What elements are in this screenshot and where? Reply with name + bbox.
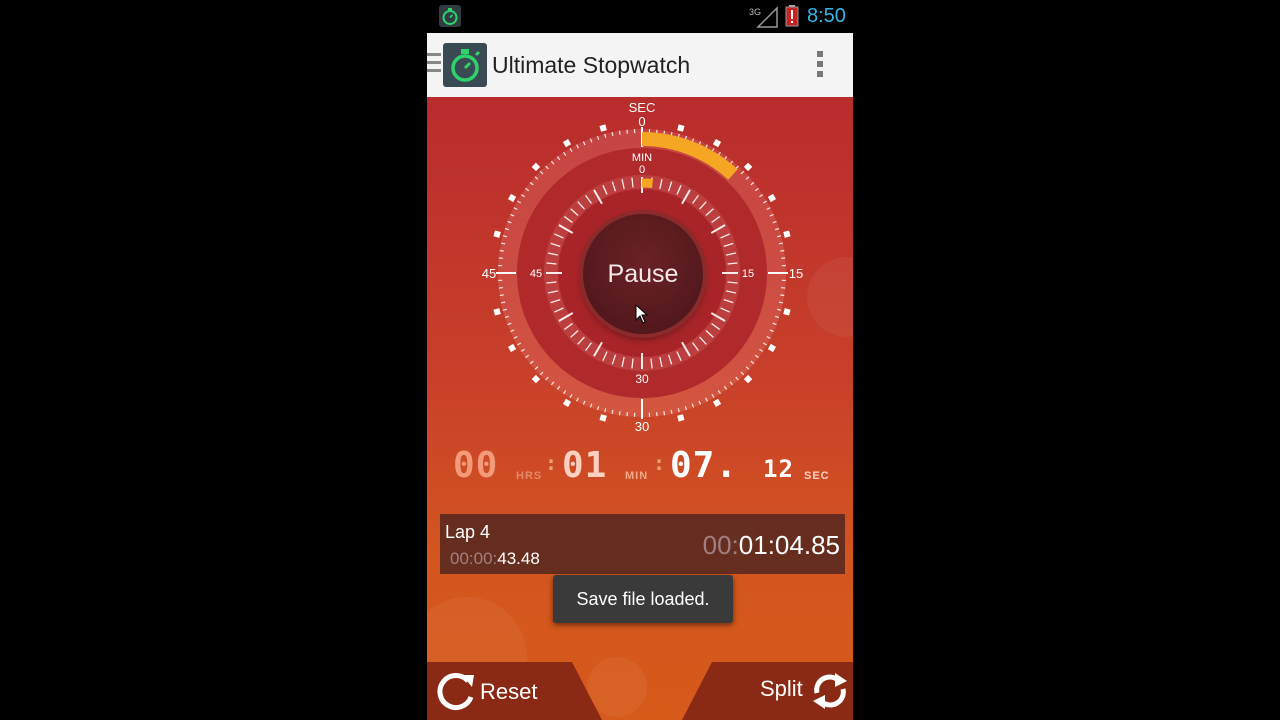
- seconds-tick: [618, 411, 621, 416]
- seconds-marker: [677, 124, 685, 132]
- seconds-tick: [501, 301, 506, 304]
- minutes-progress-arc: [641, 178, 654, 189]
- timer-hours: 00: [453, 445, 499, 486]
- seconds-tick: [499, 294, 504, 297]
- seconds-tick: [778, 242, 783, 245]
- timer-minutes: 01: [562, 445, 608, 486]
- seconds-tick: [611, 409, 614, 414]
- seconds-marker: [783, 308, 791, 316]
- seconds-tick: [499, 249, 504, 252]
- outer-label-45: 45: [482, 266, 496, 281]
- seconds-tick: [663, 411, 666, 416]
- seconds-tick: [618, 130, 621, 135]
- network-type-text: 3G: [749, 7, 761, 17]
- timer-hundredths: 12: [763, 455, 794, 483]
- stopwatch-icon: [439, 5, 461, 27]
- seconds-tick: [780, 294, 785, 297]
- seconds-marker: [743, 162, 753, 172]
- seconds-tick: [670, 409, 673, 414]
- seconds-marker: [767, 343, 777, 353]
- app-title: Ultimate Stopwatch: [492, 52, 691, 78]
- lap-row[interactable]: Lap 4 00:00:43.48 00:01:04.85: [440, 514, 845, 574]
- reset-icon: [437, 673, 474, 711]
- seconds-marker: [767, 193, 777, 203]
- seconds-marker: [743, 374, 753, 384]
- outer-label-0: 0: [638, 114, 645, 129]
- seconds-marker: [783, 230, 791, 238]
- lap-split-value: 43.48: [497, 549, 540, 568]
- min-label: MIN: [632, 152, 652, 164]
- app-logo[interactable]: [443, 43, 487, 87]
- seconds-marker: [531, 162, 541, 172]
- inner-label-45: 45: [530, 268, 542, 280]
- seconds-marker: [493, 230, 501, 238]
- seconds-tick: [778, 301, 783, 304]
- reset-label: Reset: [480, 679, 538, 704]
- stopwatch-main: SEC 0 15 30 45 MIN 0 15 30 45 Pause 00 H…: [427, 97, 853, 720]
- seconds-marker: [562, 398, 572, 408]
- seconds-tick: [611, 132, 614, 137]
- timer-hours-unit: HRS: [516, 470, 543, 482]
- seconds-marker: [677, 414, 685, 422]
- sec-label: SEC: [629, 100, 656, 115]
- seconds-marker: [531, 374, 541, 384]
- outer-label-15: 15: [789, 266, 803, 281]
- seconds-marker: [507, 343, 517, 353]
- inner-label-15: 15: [742, 268, 754, 280]
- battery-alert-icon: [785, 5, 799, 27]
- mouse-cursor-icon: [635, 304, 649, 324]
- seconds-tick: [501, 242, 506, 245]
- seconds-marker: [493, 308, 501, 316]
- lap-split-time: 00:00:43.48: [450, 549, 540, 569]
- status-bar: 3G 8:50: [427, 0, 853, 33]
- seconds-marker: [562, 138, 572, 148]
- timer-seconds: 07.: [670, 445, 739, 486]
- reset-button[interactable]: Reset: [427, 662, 602, 720]
- lap-title: Lap 4: [445, 522, 491, 542]
- signal-3g-icon: 3G: [749, 6, 778, 28]
- split-label: Split: [760, 676, 803, 701]
- phone-screen: 3G 8:50 Ultimate Stopwatch SEC 0 15 30 4…: [427, 0, 853, 720]
- inner-label-0: 0: [639, 164, 645, 176]
- lap-split-prefix: 00:00:: [450, 549, 498, 568]
- lap-total-time: 00:01:04.85: [703, 530, 840, 561]
- lap-total-value: 01:04.85: [738, 530, 840, 560]
- seconds-tick: [780, 249, 785, 252]
- lap-total-prefix: 00:: [702, 530, 739, 560]
- split-icon: [813, 673, 847, 709]
- digital-timer: 00 HRS : 01 MIN : 07. 12 SEC: [427, 445, 853, 486]
- seconds-marker: [507, 193, 517, 203]
- seconds-marker: [712, 398, 722, 408]
- outer-label-30: 30: [635, 419, 649, 434]
- inner-label-30: 30: [635, 372, 649, 386]
- overflow-menu-icon[interactable]: [817, 51, 825, 81]
- seconds-marker: [599, 124, 607, 132]
- seconds-marker: [599, 414, 607, 422]
- timer-minutes-unit: MIN: [625, 470, 649, 482]
- timer-colon: :: [545, 451, 559, 475]
- drawer-indicator-icon[interactable]: [427, 53, 441, 77]
- timer-seconds-unit: SEC: [804, 470, 830, 482]
- toast-message: Save file loaded.: [553, 575, 733, 623]
- action-bar: Ultimate Stopwatch: [427, 33, 853, 99]
- timer-colon: :: [653, 451, 667, 475]
- split-button[interactable]: Split: [682, 662, 853, 720]
- status-time: 8:50: [807, 5, 846, 27]
- seconds-marker: [712, 138, 722, 148]
- stopwatch-icon: [451, 49, 481, 82]
